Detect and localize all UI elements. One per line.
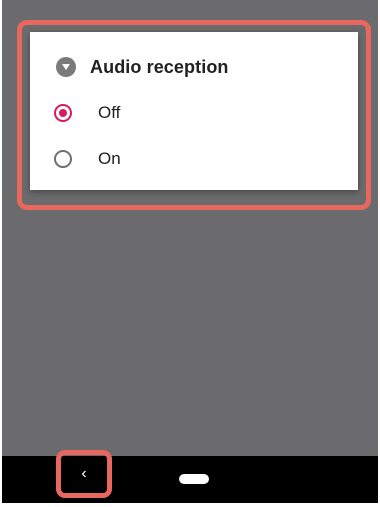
option-off-label: Off	[98, 103, 121, 122]
option-off[interactable]: Off	[54, 100, 120, 126]
back-button[interactable]: ‹	[56, 450, 112, 498]
collapse-arrow-icon[interactable]	[56, 57, 76, 77]
dialog-title: Audio reception	[90, 56, 229, 77]
home-pill-icon[interactable]	[179, 474, 209, 484]
option-on-label: On	[98, 149, 121, 168]
option-on[interactable]: On	[54, 146, 121, 172]
screen-background: Audio reception Off On ‹	[2, 0, 378, 507]
dialog-header[interactable]: Audio reception	[56, 56, 229, 78]
back-icon: ‹	[81, 465, 87, 482]
radio-selected-dot	[59, 109, 67, 117]
radio-off[interactable]	[54, 104, 72, 122]
radio-on[interactable]	[54, 150, 72, 168]
bottom-strip	[2, 503, 378, 507]
audio-reception-dialog: Audio reception Off On	[30, 32, 358, 190]
